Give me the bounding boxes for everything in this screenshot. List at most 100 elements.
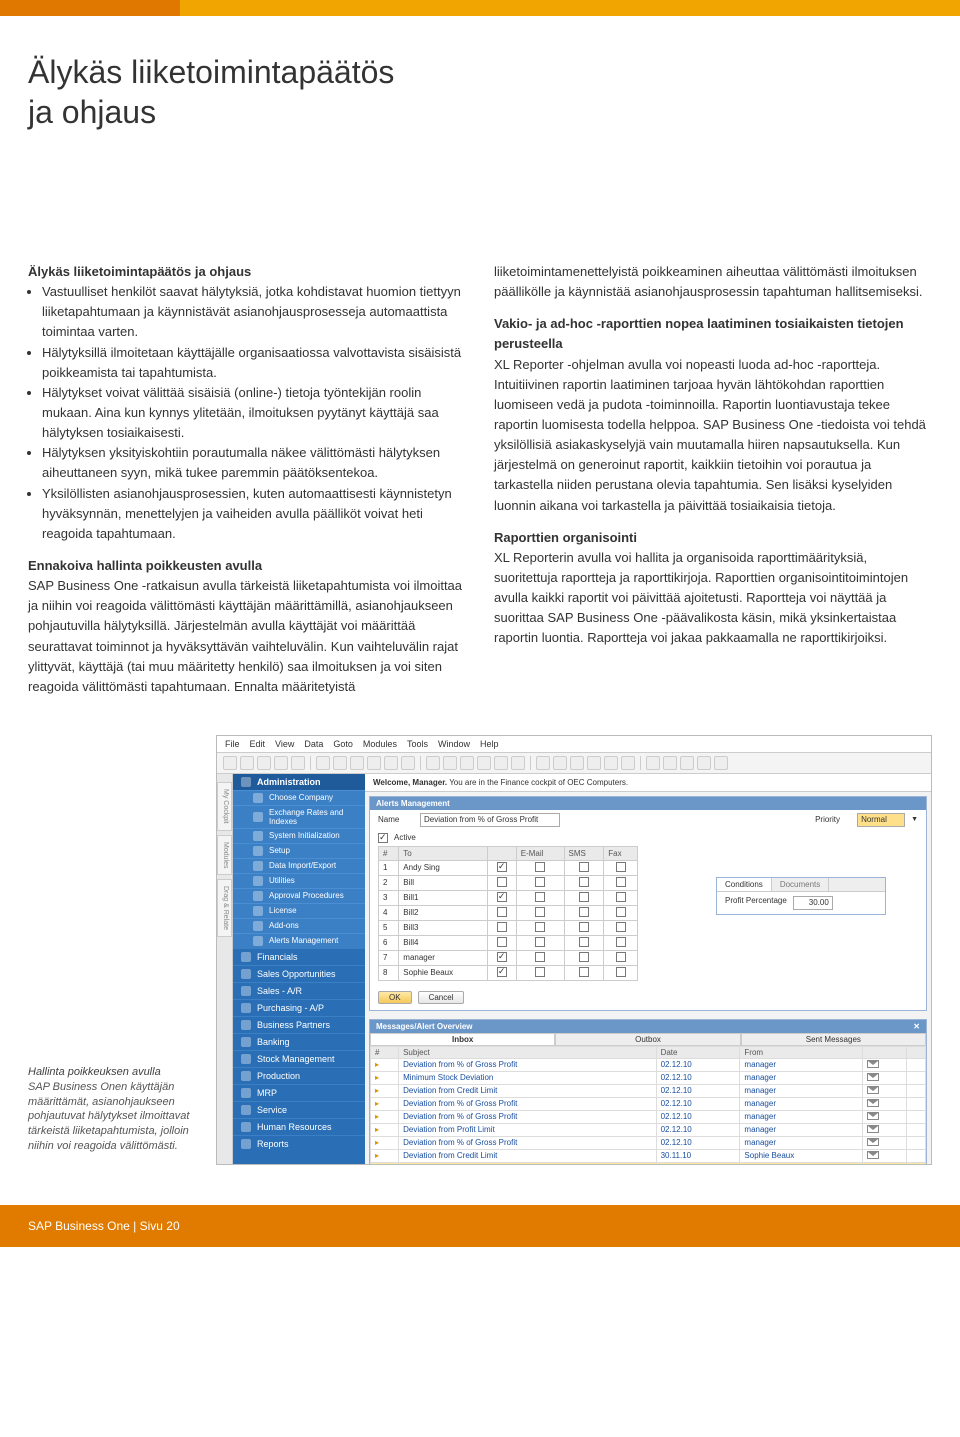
checkbox[interactable]	[497, 907, 507, 917]
recipients-grid[interactable]: #ToE-MailSMSFax 1Andy Sing2Bill3Bill14Bi…	[378, 846, 638, 981]
nav-item[interactable]: Service	[233, 1101, 365, 1118]
menu-item[interactable]: Edit	[250, 739, 266, 749]
tab[interactable]: Sent Messages	[741, 1033, 926, 1046]
grid-header[interactable]: Date	[656, 1046, 740, 1058]
checkbox[interactable]	[616, 967, 626, 977]
checkbox[interactable]	[579, 907, 589, 917]
nav-item[interactable]: Banking	[233, 1033, 365, 1050]
table-row[interactable]: 5Bill3	[379, 920, 638, 935]
toolbar-button[interactable]	[426, 756, 440, 770]
nav-subitem[interactable]: Utilities	[233, 873, 365, 888]
grid-header[interactable]: #	[371, 1046, 399, 1058]
menu-item[interactable]: View	[275, 739, 294, 749]
table-row[interactable]: 8Sophie Beaux	[379, 965, 638, 980]
checkbox[interactable]	[535, 877, 545, 887]
checkbox[interactable]	[497, 877, 507, 887]
menu-item[interactable]: Window	[438, 739, 470, 749]
menu-item[interactable]: Tools	[407, 739, 428, 749]
nav-subitem[interactable]: Choose Company	[233, 790, 365, 805]
toolbar-button[interactable]	[350, 756, 364, 770]
table-row[interactable]: ▸Deviation from % of Gross Profit02.12.1…	[371, 1058, 926, 1071]
checkbox[interactable]	[535, 952, 545, 962]
toolbar-button[interactable]	[714, 756, 728, 770]
toolbar-button[interactable]	[240, 756, 254, 770]
tab[interactable]: Inbox	[370, 1033, 555, 1046]
active-checkbox[interactable]	[378, 833, 388, 843]
close-icon[interactable]: ✕	[913, 1022, 920, 1031]
toolbar-button[interactable]	[384, 756, 398, 770]
checkbox[interactable]	[579, 922, 589, 932]
nav-header[interactable]: Administration	[233, 774, 365, 790]
toolbar-button[interactable]	[587, 756, 601, 770]
checkbox[interactable]	[497, 967, 507, 977]
checkbox[interactable]	[535, 907, 545, 917]
menu-item[interactable]: File	[225, 739, 240, 749]
toolbar-button[interactable]	[553, 756, 567, 770]
toolbar-button[interactable]	[401, 756, 415, 770]
toolbar-button[interactable]	[367, 756, 381, 770]
checkbox[interactable]	[497, 922, 507, 932]
toolbar-button[interactable]	[697, 756, 711, 770]
nav-subitem[interactable]: License	[233, 903, 365, 918]
grid-header[interactable]	[863, 1046, 907, 1058]
grid-header[interactable]: From	[740, 1046, 863, 1058]
checkbox[interactable]	[497, 952, 507, 962]
toolbar-button[interactable]	[511, 756, 525, 770]
checkbox[interactable]	[616, 937, 626, 947]
checkbox[interactable]	[535, 922, 545, 932]
side-tab[interactable]: Drag & Relate	[217, 879, 232, 937]
table-row[interactable]: ▸Deviation from % of Gross Profit02.12.1…	[371, 1097, 926, 1110]
checkbox[interactable]	[616, 862, 626, 872]
nav-item[interactable]: Financials	[233, 948, 365, 965]
toolbar-button[interactable]	[604, 756, 618, 770]
checkbox[interactable]	[535, 937, 545, 947]
nav-item[interactable]: MRP	[233, 1084, 365, 1101]
grid-header[interactable]	[907, 1046, 926, 1058]
nav-subitem[interactable]: System Initialization	[233, 828, 365, 843]
nav-item[interactable]: Purchasing - A/P	[233, 999, 365, 1016]
checkbox[interactable]	[535, 967, 545, 977]
table-row[interactable]: 6Bill4	[379, 935, 638, 950]
toolbar-button[interactable]	[680, 756, 694, 770]
checkbox[interactable]	[616, 877, 626, 887]
checkbox[interactable]	[616, 907, 626, 917]
nav-subitem[interactable]: Add-ons	[233, 918, 365, 933]
condition-value-input[interactable]: 30.00	[793, 896, 833, 910]
table-row[interactable]: ▸Deviation from % of Gross Profit02.12.1…	[371, 1136, 926, 1149]
toolbar-button[interactable]	[460, 756, 474, 770]
checkbox[interactable]	[579, 967, 589, 977]
table-row[interactable]: ▸Minimum Stock Deviation02.12.10manager	[371, 1071, 926, 1084]
ok-button[interactable]: OK	[378, 991, 412, 1004]
messages-grid[interactable]: #SubjectDateFrom ▸Deviation from % of Gr…	[370, 1046, 926, 1165]
checkbox[interactable]	[616, 922, 626, 932]
tab[interactable]: Outbox	[555, 1033, 740, 1046]
table-row[interactable]: 7manager	[379, 950, 638, 965]
menu-item[interactable]: Modules	[363, 739, 397, 749]
toolbar-button[interactable]	[223, 756, 237, 770]
toolbar-button[interactable]	[443, 756, 457, 770]
side-tab[interactable]: Modules	[217, 835, 232, 875]
nav-item[interactable]: Sales Opportunities	[233, 965, 365, 982]
toolbar-button[interactable]	[536, 756, 550, 770]
checkbox[interactable]	[579, 937, 589, 947]
nav-subitem[interactable]: Alerts Management	[233, 933, 365, 948]
tab-conditions[interactable]: Conditions	[717, 878, 772, 891]
checkbox[interactable]	[616, 892, 626, 902]
name-input[interactable]: Deviation from % of Gross Profit	[420, 813, 560, 827]
checkbox[interactable]	[579, 877, 589, 887]
nav-subitem[interactable]: Setup	[233, 843, 365, 858]
nav-item[interactable]: Production	[233, 1067, 365, 1084]
toolbar-button[interactable]	[646, 756, 660, 770]
nav-item[interactable]: Reports	[233, 1135, 365, 1152]
nav-subitem[interactable]: Approval Procedures	[233, 888, 365, 903]
checkbox[interactable]	[497, 862, 507, 872]
menu-item[interactable]: Goto	[333, 739, 353, 749]
priority-select[interactable]: Normal	[857, 813, 905, 827]
checkbox[interactable]	[579, 952, 589, 962]
side-tab[interactable]: My Cockpit	[217, 782, 232, 831]
nav-subitem[interactable]: Exchange Rates and Indexes	[233, 805, 365, 828]
table-row[interactable]: 1Andy Sing	[379, 860, 638, 875]
toolbar-button[interactable]	[291, 756, 305, 770]
nav-item[interactable]: Business Partners	[233, 1016, 365, 1033]
checkbox[interactable]	[535, 892, 545, 902]
